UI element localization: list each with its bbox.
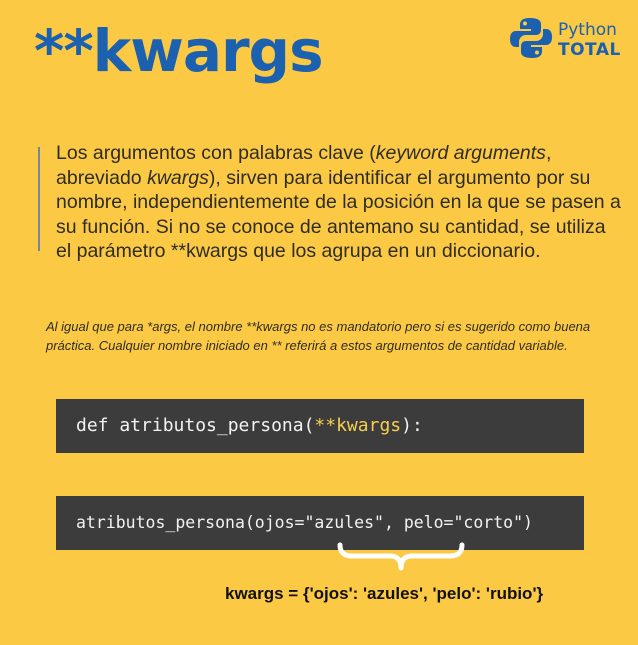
python-logo-icon (510, 18, 552, 58)
intro-italic-kwargs: kwargs (147, 166, 209, 189)
code-block-call: atributos_persona(ojos="azules", pelo="c… (56, 496, 584, 550)
logo-line2: TOTAL (558, 40, 621, 60)
quote-bar (38, 147, 40, 251)
logo-line1: Python (558, 20, 617, 40)
note-paragraph: Al igual que para *args, el nombre **kwa… (46, 319, 591, 353)
code-block-definition: def atributos_persona(**kwargs): (56, 399, 584, 453)
code-kwargs-highlight: **kwargs (314, 415, 402, 436)
python-total-logo: Python TOTAL (509, 16, 629, 64)
result-text: kwargs = {'ojos': 'azules', 'pelo': 'rub… (225, 584, 544, 603)
logo-text: Python TOTAL (558, 20, 621, 60)
intro-paragraph: Los argumentos con palabras clave (keywo… (56, 141, 626, 264)
intro-text-1: Los argumentos con palabras clave ( (56, 142, 376, 164)
page-title: **kwargs (34, 17, 324, 85)
curly-brace-icon (337, 542, 465, 571)
code-def-prefix: def atributos_persona( (76, 415, 315, 436)
intro-italic-keyword-arguments: keyword arguments (375, 142, 546, 164)
code-def-suffix: ): (401, 415, 423, 436)
